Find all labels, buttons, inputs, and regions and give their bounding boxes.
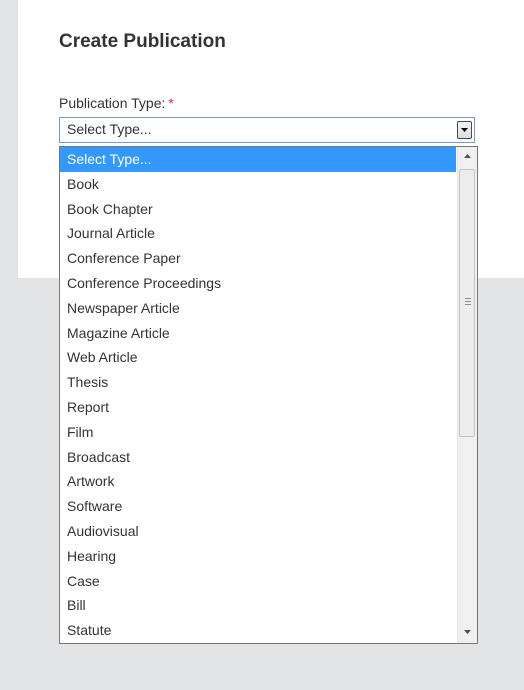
dropdown-option[interactable]: Book [60, 172, 456, 197]
dropdown-option[interactable]: Statute [60, 618, 456, 643]
dropdown-option[interactable]: Journal Article [60, 221, 456, 246]
required-asterisk: * [168, 95, 174, 111]
dropdown-option[interactable]: Report [60, 395, 456, 420]
dropdown-option[interactable]: Select Type... [60, 147, 456, 172]
scroll-down-arrow-icon [464, 630, 471, 634]
scroll-up-button[interactable] [458, 147, 477, 167]
scroll-down-button[interactable] [458, 623, 477, 643]
dropdown-option[interactable]: Broadcast [60, 445, 456, 470]
chevron-down-icon [461, 128, 468, 132]
dropdown-option[interactable]: Newspaper Article [60, 296, 456, 321]
dropdown-option[interactable]: Artwork [60, 469, 456, 494]
scrollbar-thumb[interactable] [459, 169, 475, 437]
dropdown-option[interactable]: Thesis [60, 370, 456, 395]
dropdown-option[interactable]: Conference Paper [60, 246, 456, 271]
publication-type-label-text: Publication Type: [59, 95, 166, 111]
dropdown-options: Select Type... Book Book Chapter Journal Ar… [60, 147, 456, 643]
page: Create Publication Publication Type: * Se… [0, 0, 524, 690]
dropdown-option[interactable]: Magazine Article [60, 321, 456, 346]
publication-type-dropdown-list[interactable]: Select Type... Book Book Chapter Journal Ar… [59, 146, 478, 644]
dropdown-option[interactable]: Book Chapter [60, 197, 456, 222]
dropdown-option[interactable]: Audiovisual [60, 519, 456, 544]
publication-type-select[interactable]: Select Type... [59, 117, 475, 143]
dropdown-option[interactable]: Film [60, 420, 456, 445]
select-current-value: Select Type... [67, 121, 152, 137]
page-title: Create Publication [59, 31, 226, 52]
scroll-up-arrow-icon [464, 154, 471, 158]
dropdown-option[interactable]: Hearing [60, 544, 456, 569]
dropdown-option[interactable]: Bill [60, 593, 456, 618]
dropdown-option[interactable]: Case [60, 569, 456, 594]
scrollbar-grip-icon [465, 298, 471, 307]
dropdown-scrollbar[interactable] [457, 147, 477, 643]
dropdown-option[interactable]: Software [60, 494, 456, 519]
publication-type-label: Publication Type: * [59, 95, 174, 111]
select-dropdown-button[interactable] [457, 121, 472, 139]
dropdown-option[interactable]: Conference Proceedings [60, 271, 456, 296]
dropdown-option[interactable]: Web Article [60, 345, 456, 370]
